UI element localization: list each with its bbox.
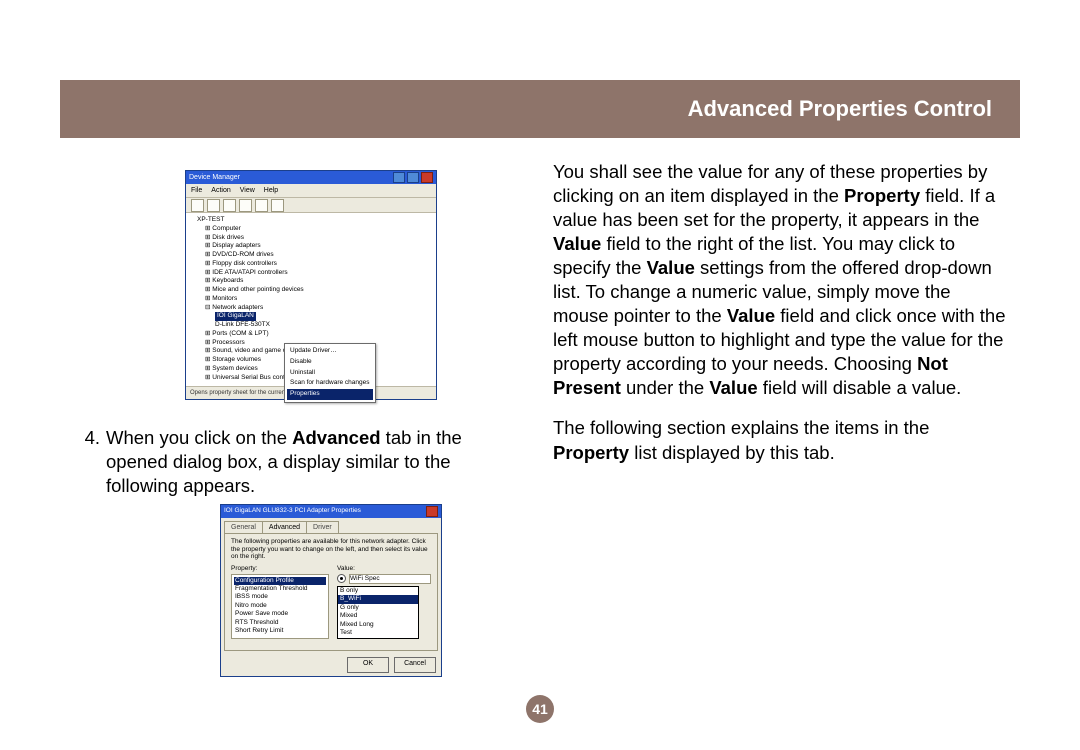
toolbar-icon[interactable] — [271, 199, 284, 212]
list-item[interactable]: G only — [338, 604, 418, 612]
window-title: Device Manager — [189, 173, 240, 182]
tree-item[interactable]: ⊞ Monitors — [191, 295, 431, 304]
tree-item[interactable]: ⊞ DVD/CD-ROM drives — [191, 251, 431, 260]
tree-item[interactable]: ⊞ Floppy disk controllers — [191, 260, 431, 269]
context-menu: Update Driver… Disable Uninstall Scan fo… — [284, 343, 376, 403]
list-item[interactable]: IBSS mode — [234, 593, 326, 601]
toolbar-icon[interactable] — [191, 199, 204, 212]
tree-item[interactable]: ⊞ Ports (COM & LPT) — [191, 330, 431, 339]
toolbar-icon[interactable] — [239, 199, 252, 212]
tree-item[interactable]: ⊟ Network adapters — [191, 304, 431, 313]
tree-root[interactable]: XP-TEST — [191, 216, 431, 225]
menu-item[interactable]: File — [191, 186, 202, 195]
toolbar-icon[interactable] — [255, 199, 268, 212]
tree-item[interactable]: ⊞ Mice and other pointing devices — [191, 286, 431, 295]
dialog-footer: OK Cancel — [221, 654, 441, 676]
ok-button[interactable]: OK — [347, 657, 389, 673]
tree-item[interactable]: ⊞ Keyboards — [191, 277, 431, 286]
ctx-item[interactable]: Update Driver… — [287, 346, 373, 357]
list-item[interactable]: Power Save mode — [234, 610, 326, 618]
step-number: 4. — [70, 426, 100, 498]
list-item[interactable]: Test — [338, 629, 418, 637]
left-column: Device Manager File Action View Help — [70, 160, 527, 695]
figure-device-manager: Device Manager File Action View Help — [185, 170, 437, 400]
ctx-item[interactable]: Uninstall — [287, 368, 373, 379]
device-tree[interactable]: XP-TEST ⊞ Computer ⊞ Disk drives ⊞ Displ… — [186, 213, 436, 386]
list-item[interactable]: Nitro mode — [234, 602, 326, 610]
close-icon[interactable] — [426, 506, 438, 517]
window-titlebar: IOI GigaLAN GLU832-3 PCI Adapter Propert… — [221, 505, 441, 518]
minimize-icon[interactable] — [393, 172, 405, 183]
toolbar-icon[interactable] — [207, 199, 220, 212]
toolbar-icon[interactable] — [223, 199, 236, 212]
tree-item[interactable]: ⊞ Display adapters — [191, 242, 431, 251]
ctx-item[interactable]: Scan for hardware changes — [287, 378, 373, 389]
close-icon[interactable] — [421, 172, 433, 183]
list-item[interactable]: Fragmentation Threshold — [234, 585, 326, 593]
panel-hint: The following properties are available f… — [231, 538, 431, 561]
window-titlebar: Device Manager — [186, 171, 436, 184]
advanced-panel: The following properties are available f… — [224, 533, 438, 651]
step-text: When you click on the Advanced tab in th… — [106, 426, 527, 498]
menu-item[interactable]: Help — [264, 186, 278, 195]
value-dropdown[interactable]: WiFi Spec — [349, 574, 431, 584]
list-item[interactable]: B_WiFi — [338, 595, 418, 603]
page-number: 41 — [526, 695, 554, 723]
menu-item[interactable]: View — [240, 186, 255, 195]
tab-bar: General Advanced Driver — [221, 518, 441, 533]
body-paragraph: You shall see the value for any of these… — [553, 160, 1010, 400]
content-columns: Device Manager File Action View Help — [70, 160, 1010, 695]
tab-general[interactable]: General — [224, 521, 263, 533]
page-title: Advanced Properties Control — [688, 96, 992, 122]
window-toolbar — [186, 198, 436, 213]
list-item[interactable]: Short Retry Limit — [234, 627, 326, 635]
maximize-icon[interactable] — [407, 172, 419, 183]
tree-item[interactable]: ⊞ IDE ATA/ATAPI controllers — [191, 269, 431, 278]
ctx-item-properties[interactable]: Properties — [287, 389, 373, 400]
list-item[interactable]: Configuration Profile — [234, 577, 326, 585]
menu-item[interactable]: Action — [211, 186, 230, 195]
value-label: Value: — [337, 565, 355, 572]
right-column: You shall see the value for any of these… — [553, 160, 1010, 695]
tree-item[interactable]: D-Link DFE-530TX — [191, 321, 431, 330]
property-section: Property: Configuration Profile Fragment… — [231, 565, 329, 646]
header-bar: Advanced Properties Control — [60, 80, 1020, 138]
body-paragraph: The following section explains the items… — [553, 416, 1010, 464]
radio-value[interactable] — [337, 574, 346, 583]
tree-item[interactable]: ⊞ Computer — [191, 225, 431, 234]
ctx-item[interactable]: Disable — [287, 357, 373, 368]
list-item[interactable]: B only — [338, 587, 418, 595]
step-4: 4. When you click on the Advanced tab in… — [70, 426, 527, 498]
value-dropdown-list[interactable]: B only B_WiFi G only Mixed Mixed Long Te… — [337, 586, 419, 639]
property-label: Property: — [231, 565, 329, 573]
list-item[interactable]: RTS Threshold — [234, 619, 326, 627]
window-menubar: File Action View Help — [186, 184, 436, 198]
tab-advanced[interactable]: Advanced — [262, 521, 307, 533]
value-section: Value: WiFi Spec B only B_WiFi G only Mi… — [337, 565, 431, 646]
cancel-button[interactable]: Cancel — [394, 657, 436, 673]
list-item[interactable]: Mixed Long — [338, 621, 418, 629]
window-title: IOI GigaLAN GLU832-3 PCI Adapter Propert… — [224, 507, 361, 515]
list-item[interactable]: Mixed — [338, 612, 418, 620]
tree-item[interactable]: ⊞ Disk drives — [191, 234, 431, 243]
window-buttons — [393, 172, 433, 183]
manual-page: Advanced Properties Control Device Manag… — [0, 0, 1080, 750]
property-list[interactable]: Configuration Profile Fragmentation Thre… — [231, 574, 329, 639]
tab-driver[interactable]: Driver — [306, 521, 339, 533]
tree-item-selected[interactable]: IOI GigaLAN — [191, 312, 431, 321]
figure-properties-dialog: IOI GigaLAN GLU832-3 PCI Adapter Propert… — [220, 504, 442, 677]
